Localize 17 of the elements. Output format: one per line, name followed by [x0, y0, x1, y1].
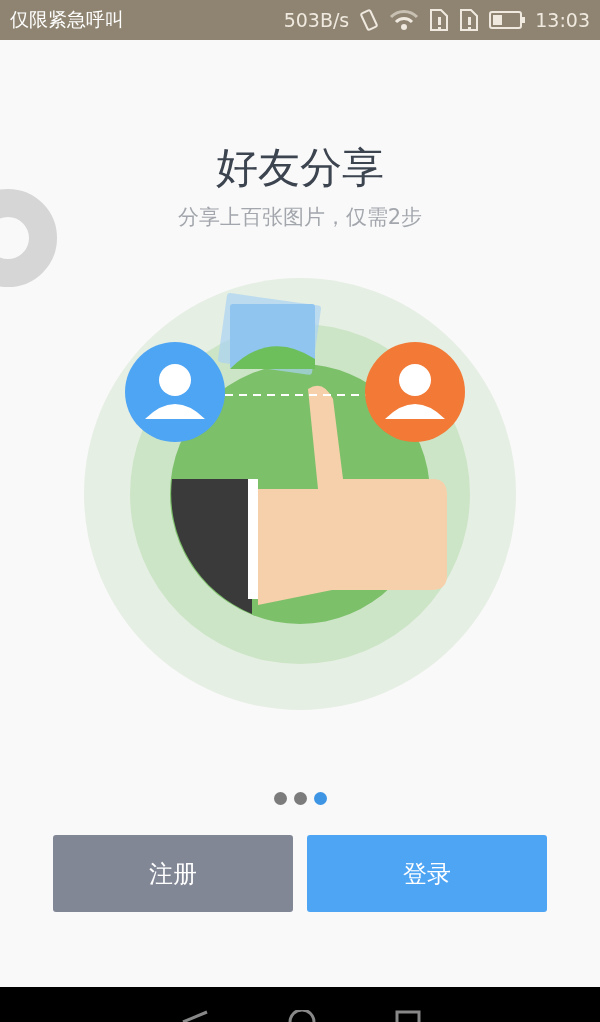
network-speed: 503B/s	[283, 9, 350, 31]
register-button[interactable]: 注册	[53, 835, 293, 912]
clock: 13:03	[535, 9, 590, 31]
vibrate-icon	[359, 9, 380, 31]
page-indicator-dot[interactable]	[293, 792, 307, 805]
sim-alert-icon	[429, 8, 450, 32]
page-indicator-dot[interactable]	[313, 792, 327, 805]
page-title: 好友分享	[216, 142, 384, 194]
login-button[interactable]: 登录	[307, 835, 547, 912]
sim-alert-icon	[459, 8, 480, 32]
recents-icon[interactable]	[395, 1010, 421, 1022]
page-subtitle: 分享上百张图片，仅需2步	[177, 204, 423, 231]
battery-icon	[489, 10, 526, 30]
page-indicator-dot[interactable]	[273, 792, 287, 805]
wifi-icon	[389, 9, 420, 31]
carrier-text: 仅限紧急呼叫	[10, 7, 124, 32]
home-icon[interactable]	[287, 1010, 317, 1022]
